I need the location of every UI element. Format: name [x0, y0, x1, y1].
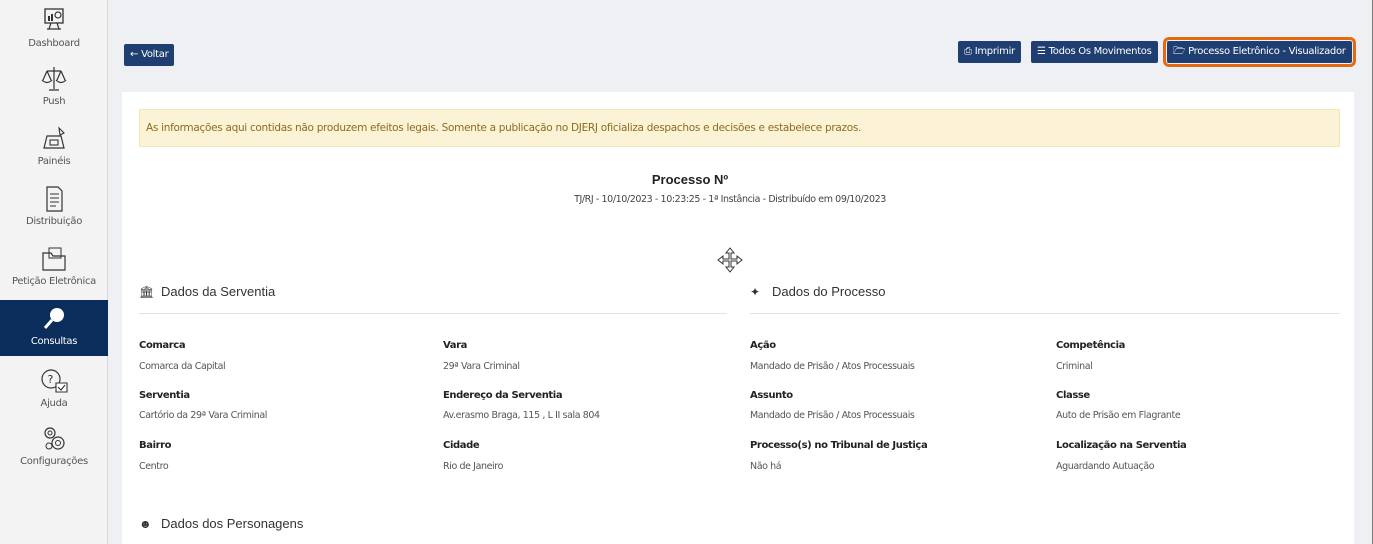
field-value-comarca: Comarca da Capital	[139, 361, 226, 372]
field-label-competencia: Competência	[1056, 340, 1125, 351]
sidebar-item-paineis[interactable]: Painéis	[0, 124, 108, 182]
field-label-assunto: Assunto	[750, 390, 793, 401]
folder-open-icon: 🗁	[1173, 46, 1186, 57]
field-label-localizacao: Localização na Serventia	[1056, 440, 1187, 451]
sidebar-item-ajuda[interactable]: ? Ajuda	[0, 366, 108, 424]
scales-icon	[41, 67, 67, 91]
field-value-acao: Mandado de Prisão / Atos Processuais	[750, 361, 915, 372]
sidebar-item-label: Dashboard	[28, 38, 80, 49]
sidebar-item-consultas[interactable]: Consultas	[0, 300, 108, 356]
printer-icon: ⎙	[964, 46, 972, 57]
divider	[750, 313, 1340, 314]
sidebar: Dashboard Push Painéis Distribuição Peti…	[0, 0, 108, 544]
folder-icon	[42, 247, 66, 271]
field-value-classe: Auto de Prisão em Flagrante	[1056, 410, 1181, 421]
all-movements-button[interactable]: ☰ Todos Os Movimentos	[1031, 41, 1158, 63]
sidebar-item-label: Configurações	[20, 456, 88, 467]
print-button[interactable]: ⎙ Imprimir	[958, 41, 1021, 63]
field-label-serventia: Serventia	[139, 390, 190, 401]
sidebar-item-label: Distribuição	[25, 216, 83, 227]
list-icon: ☰	[1037, 46, 1046, 57]
electronic-process-viewer-button[interactable]: 🗁 Processo Eletrônico - Visualizador	[1163, 37, 1356, 67]
field-label-vara: Vara	[443, 340, 468, 351]
svg-text:?: ?	[48, 373, 54, 386]
help-icon: ?	[41, 369, 68, 393]
field-value-competencia: Criminal	[1056, 361, 1093, 372]
institution-icon: 🏛	[139, 285, 155, 299]
panels-icon	[43, 126, 65, 149]
field-value-bairro: Centro	[139, 461, 169, 472]
sidebar-item-label: Push	[42, 96, 66, 107]
search-icon	[43, 308, 64, 329]
arrow-left-icon: ←	[130, 49, 139, 60]
field-value-cidade: Rio de Janeiro	[443, 461, 504, 472]
field-value-localizacao: Aguardando Autuação	[1056, 461, 1155, 472]
section-heading-serventia: 🏛 Dados da Serventia	[139, 284, 276, 299]
document-icon	[46, 186, 63, 212]
field-label-classe: Classe	[1056, 390, 1090, 401]
sidebar-item-dashboard[interactable]: Dashboard	[0, 6, 108, 64]
legal-notice-alert: As informações aqui contidas não produze…	[139, 109, 1340, 147]
field-value-serventia: Cartório da 29ª Vara Criminal	[139, 410, 268, 421]
field-value-endereco: Av.erasmo Braga, 115 , L II sala 804	[443, 410, 600, 421]
gavel-icon: ✦	[750, 285, 761, 299]
sidebar-item-label: Consultas	[30, 336, 78, 347]
sidebar-item-peticao-eletronica[interactable]: Petição Eletrônica	[0, 244, 108, 302]
field-value-vara: 29ª Vara Criminal	[443, 361, 520, 372]
section-heading-personagens: ☻ Dados dos Personagens	[139, 516, 304, 531]
field-label-acao: Ação	[750, 340, 776, 351]
field-value-processos-tribunal: Não há	[750, 461, 782, 472]
field-label-comarca: Comarca	[139, 340, 186, 351]
field-value-assunto: Mandado de Prisão / Atos Processuais	[750, 410, 915, 421]
sidebar-item-label: Painéis	[37, 156, 71, 167]
gears-icon	[44, 427, 65, 450]
sidebar-item-label: Ajuda	[40, 398, 68, 409]
sidebar-item-distribuicao[interactable]: Distribuição	[0, 184, 108, 242]
field-label-processos-tribunal: Processo(s) no Tribunal de Justiça	[750, 440, 928, 451]
process-title: Processo Nº	[651, 172, 729, 187]
dashboard-icon	[44, 8, 64, 30]
sidebar-item-label: Petição Eletrônica	[12, 276, 96, 287]
sidebar-item-push[interactable]: Push	[0, 64, 108, 122]
move-cursor-icon	[717, 247, 743, 273]
users-icon: ☻	[139, 517, 152, 531]
back-button[interactable]: ← Voltar	[124, 44, 175, 66]
field-label-cidade: Cidade	[443, 440, 480, 451]
process-subtitle: TJ/RJ - 10/10/2023 - 10:23:25 - 1ª Instâ…	[574, 194, 886, 205]
field-label-bairro: Bairro	[139, 440, 172, 451]
section-heading-processo: ✦ Dados do Processo	[750, 284, 886, 299]
field-label-endereco: Endereço da Serventia	[443, 390, 563, 401]
sidebar-item-configuracoes[interactable]: Configurações	[0, 424, 108, 482]
divider	[139, 313, 727, 314]
process-card	[122, 92, 1354, 544]
